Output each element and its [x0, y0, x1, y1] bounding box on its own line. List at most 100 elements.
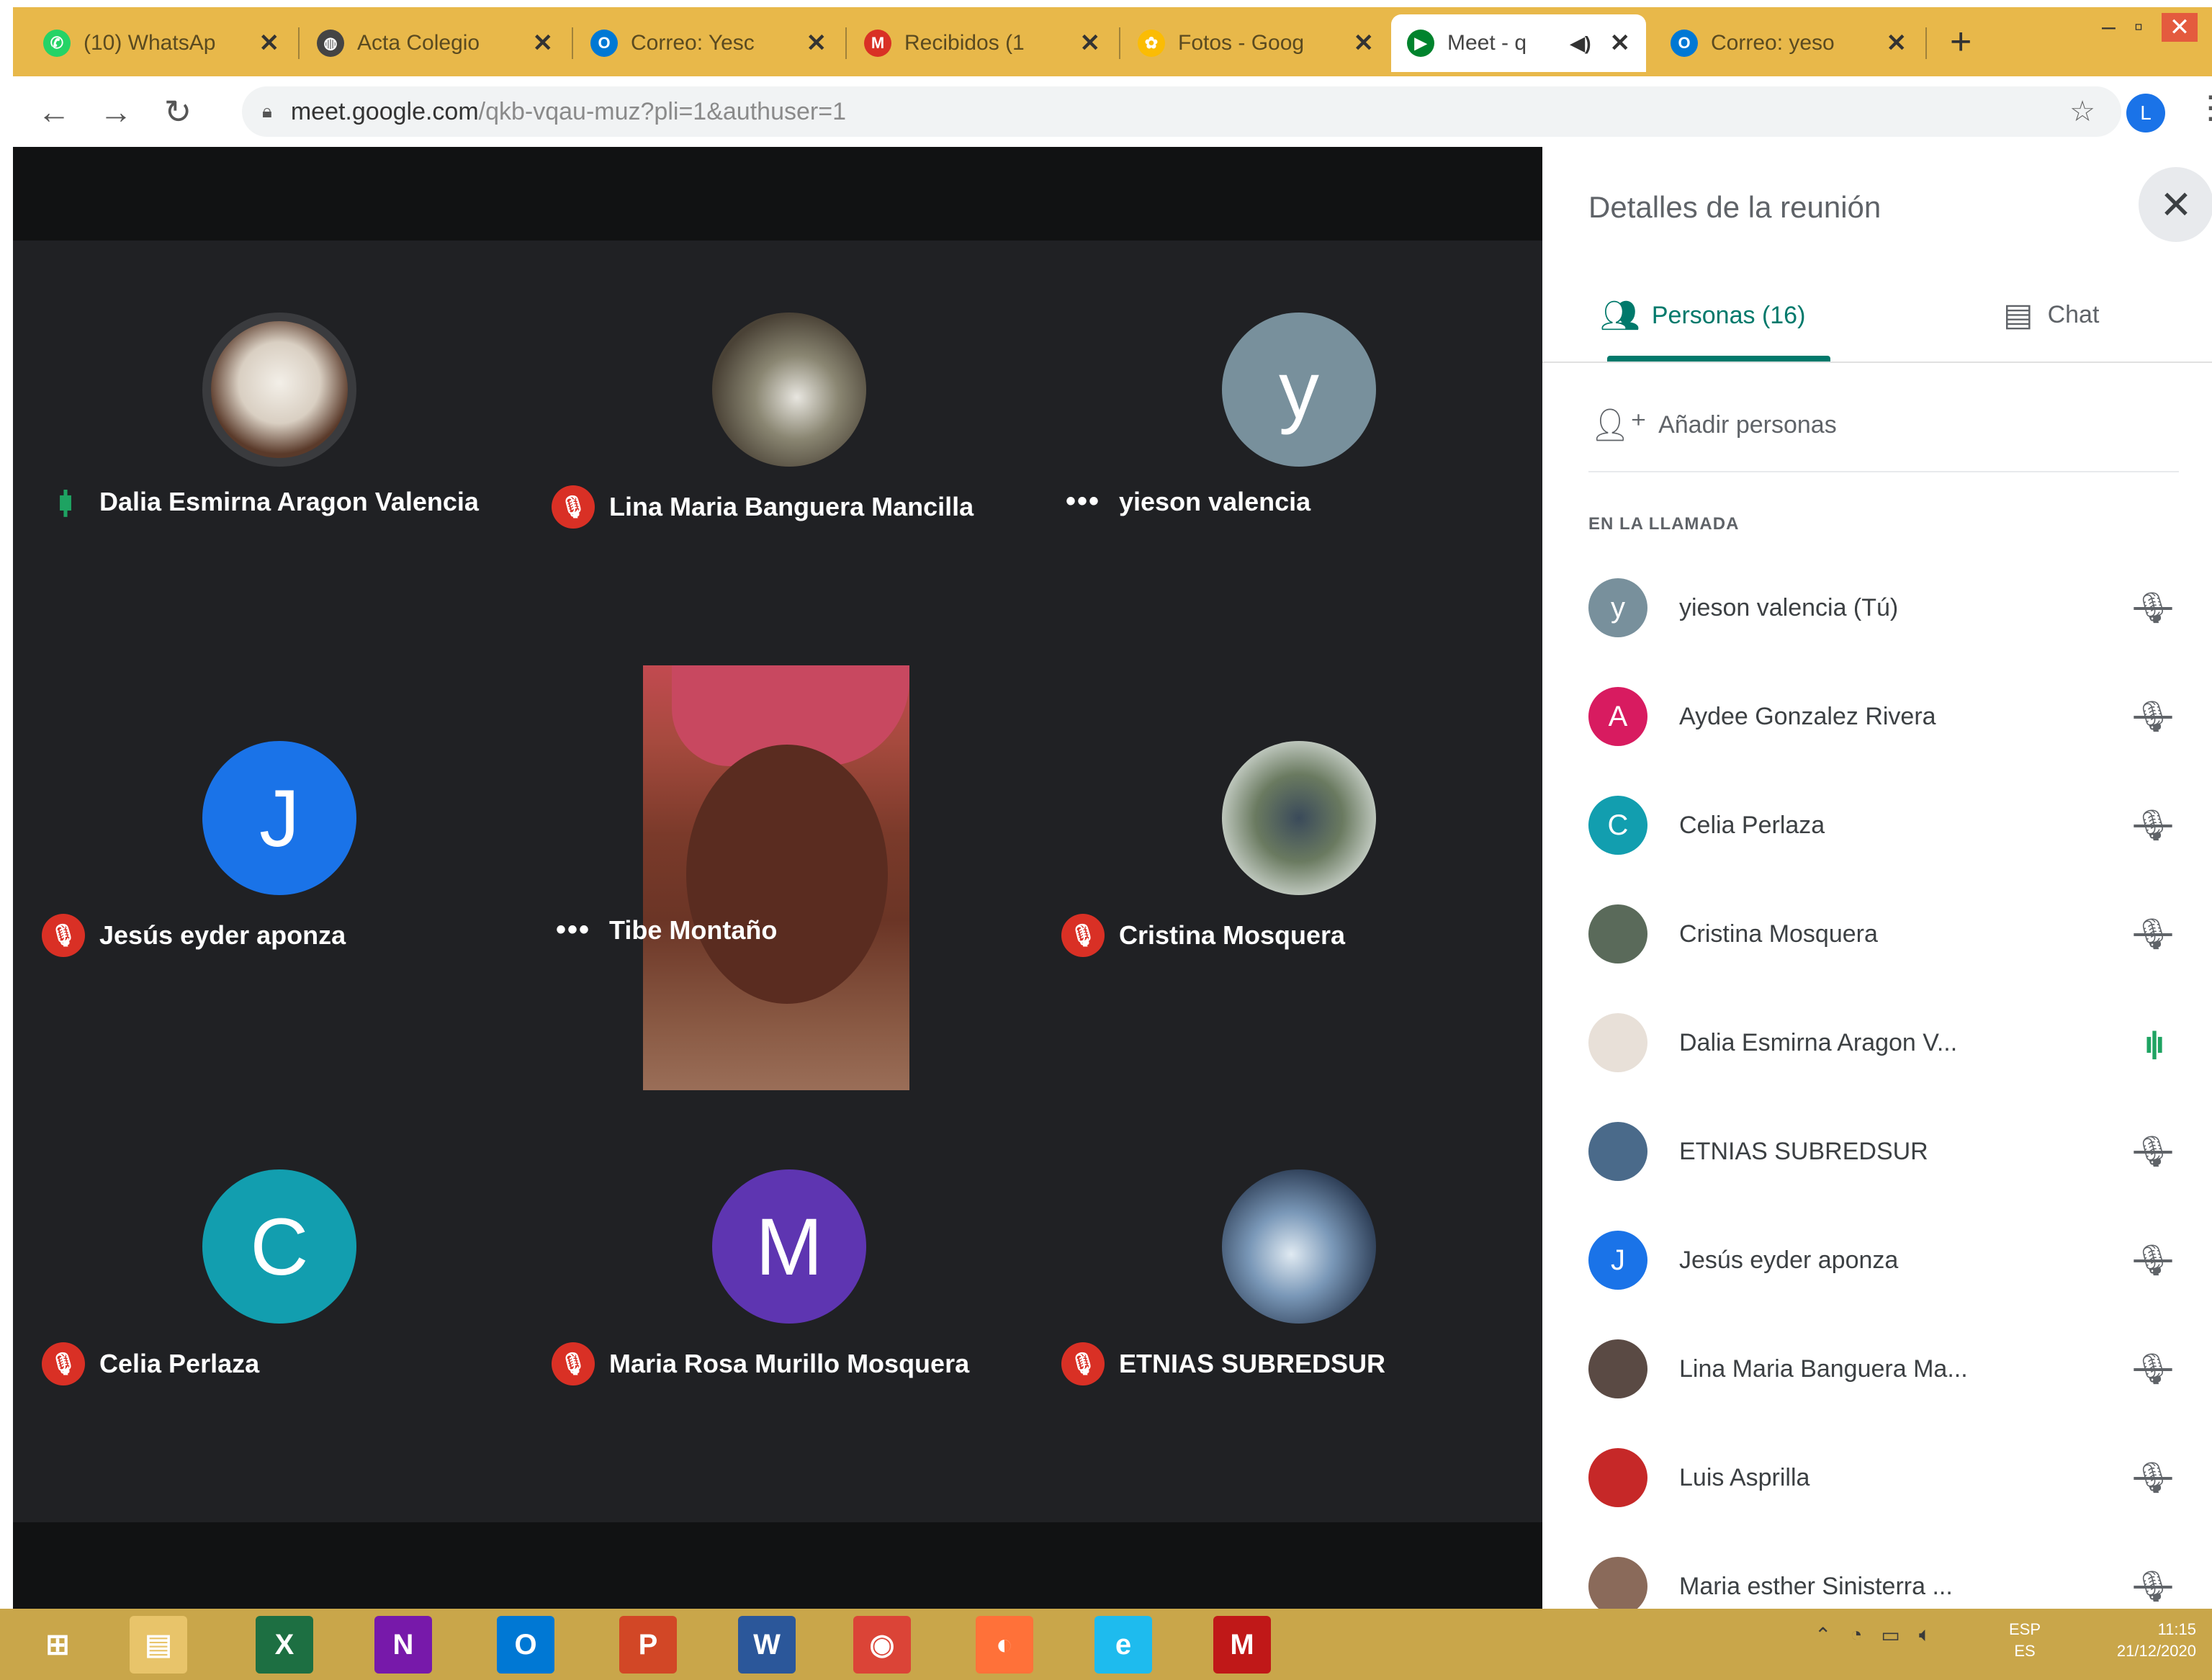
- photos-icon: ✿: [1138, 30, 1165, 57]
- taskbar-onenote[interactable]: N: [374, 1616, 432, 1674]
- participant-row[interactable]: Cristina Mosquera🎙︎⋮: [1588, 898, 2193, 970]
- network-icon[interactable]: ◔: [1850, 1623, 1862, 1647]
- language-indicator[interactable]: ESP ES: [2009, 1619, 2041, 1662]
- browser-tab[interactable]: M Recibidos (1 ✕: [848, 14, 1116, 72]
- chevron-up-icon[interactable]: ⌃: [1815, 1623, 1831, 1647]
- participant-video[interactable]: [643, 665, 909, 1090]
- mic-off-icon[interactable]: 🎙︎: [2131, 917, 2175, 952]
- address-bar[interactable]: 🔒︎ meet.google.com /qkb-vqau-muz?pli=1&a…: [242, 86, 2121, 137]
- browser-tab-active[interactable]: ▶ Meet - q ◀) ✕: [1391, 14, 1646, 72]
- taskbar-file-explorer[interactable]: ▤: [130, 1616, 187, 1674]
- participant-row[interactable]: CCelia Perlaza🎙︎⋮: [1588, 789, 2193, 861]
- lock-icon[interactable]: 🔒︎: [262, 100, 272, 123]
- participant-tile[interactable]: y ••• yieson valencia: [1047, 241, 1551, 665]
- participant-name: Celia Perlaza: [99, 1349, 260, 1378]
- participant-tile[interactable]: J 🎙︎ Jesús eyder aponza: [27, 669, 531, 1094]
- mic-off-icon[interactable]: 🎙︎: [2131, 590, 2175, 626]
- browser-tab[interactable]: ◍ Acta Colegio ✕: [301, 14, 569, 72]
- clock-date: 21/12/2020: [2116, 1642, 2196, 1660]
- participant-row[interactable]: JJesús eyder aponza🎙︎⋮: [1588, 1224, 2193, 1296]
- close-icon[interactable]: ✕: [1610, 29, 1631, 58]
- tab-title: Meet - q: [1447, 31, 1527, 55]
- mic-off-icon[interactable]: 🎙︎: [2131, 1460, 2175, 1496]
- taskbar-outlook[interactable]: O: [497, 1616, 554, 1674]
- outlook-icon: O: [1671, 30, 1698, 57]
- participant-row[interactable]: AAydee Gonzalez Rivera🎙︎⋮: [1588, 680, 2193, 753]
- participant-row[interactable]: yyieson valencia (Tú)🎙︎⚲: [1588, 572, 2193, 644]
- close-icon[interactable]: ✕: [1080, 29, 1101, 58]
- close-icon[interactable]: ✕: [1887, 29, 1907, 58]
- participant-tile[interactable]: 🎙︎ Lina Maria Banguera Mancilla: [537, 241, 1041, 665]
- browser-tab[interactable]: ✿ Fotos - Goog ✕: [1122, 14, 1390, 72]
- mic-off-icon[interactable]: 🎙︎: [2131, 1569, 2175, 1604]
- browser-tab[interactable]: O Correo: Yesc ✕: [575, 14, 842, 72]
- volume-icon[interactable]: 🔈︎: [1919, 1623, 1931, 1647]
- browser-menu-icon[interactable]: ⋮: [2195, 89, 2212, 126]
- add-people-label: Añadir personas: [1658, 410, 1837, 439]
- close-icon[interactable]: ✕: [1354, 29, 1375, 58]
- participant-avatar: [1588, 1122, 1647, 1181]
- browser-tab[interactable]: ✆ (10) WhatsAp ✕: [27, 14, 295, 72]
- profile-avatar[interactable]: L: [2126, 94, 2165, 132]
- reload-icon[interactable]: ↻: [147, 92, 209, 131]
- outlook-icon: O: [590, 30, 618, 57]
- language-code: ESP: [2009, 1620, 2041, 1638]
- add-people-button[interactable]: 👤︎⁺ Añadir personas: [1590, 406, 1837, 444]
- forward-icon[interactable]: →: [85, 92, 147, 131]
- participant-avatar: [1588, 904, 1647, 963]
- participant-row[interactable]: Luis Asprilla🎙︎⋮: [1588, 1442, 2193, 1514]
- mic-off-icon: 🎙︎: [1061, 1342, 1105, 1385]
- new-tab-button[interactable]: +: [1950, 20, 1972, 63]
- participant-row[interactable]: Lina Maria Banguera Ma...🎙︎⋮: [1588, 1333, 2193, 1405]
- taskbar-excel[interactable]: X: [256, 1616, 313, 1674]
- taskbar-start-button[interactable]: ⊞: [29, 1616, 86, 1674]
- participant-name: Aydee Gonzalez Rivera: [1679, 702, 1936, 730]
- participant-name: yieson valencia (Tú): [1679, 593, 1899, 621]
- speaking-indicator-icon[interactable]: ı|ı: [2131, 1025, 2175, 1060]
- browser-toolbar: ← → ↻ 🔒︎ meet.google.com /qkb-vqau-muz?p…: [13, 76, 2212, 147]
- add-person-icon: 👤︎⁺: [1590, 408, 1647, 443]
- minimize-icon[interactable]: –: [2102, 13, 2116, 42]
- participant-avatar: A: [1588, 687, 1647, 746]
- participant-avatar: M: [712, 1169, 866, 1324]
- audio-playing-icon[interactable]: ◀): [1570, 32, 1591, 55]
- participant-avatar: [712, 313, 866, 467]
- mic-off-icon: 🎙︎: [42, 914, 85, 957]
- participant-row[interactable]: ETNIAS SUBREDSUR🎙︎⋮: [1588, 1115, 2193, 1187]
- participant-tile[interactable]: 🎙︎ ETNIAS SUBREDSUR: [1047, 1097, 1551, 1522]
- taskbar-internet-explorer[interactable]: e: [1094, 1616, 1152, 1674]
- clock-time: 11:15: [2157, 1620, 2196, 1638]
- tab-chat[interactable]: ▤ Chat: [2003, 297, 2099, 333]
- taskbar-clock[interactable]: 11:15 21/12/2020: [2088, 1619, 2196, 1662]
- close-icon[interactable]: ✕: [259, 29, 280, 58]
- participant-tile[interactable]: C 🎙︎ Celia Perlaza: [27, 1097, 531, 1522]
- participant-tile[interactable]: M 🎙︎ Maria Rosa Murillo Mosquera: [537, 1097, 1041, 1522]
- mic-off-icon[interactable]: 🎙︎: [2131, 808, 2175, 843]
- panel-title: Detalles de la reunión: [1588, 190, 1881, 224]
- taskbar-firefox[interactable]: ◐: [976, 1616, 1033, 1674]
- participant-tile[interactable]: ı|ı Dalia Esmirna Aragon Valencia: [27, 241, 531, 665]
- participant-avatar: J: [202, 741, 356, 895]
- participant-row[interactable]: Dalia Esmirna Aragon V...ı|ı⋮: [1588, 1007, 2193, 1079]
- taskbar-chrome[interactable]: ◉: [853, 1616, 911, 1674]
- maximize-icon[interactable]: ▫: [2134, 13, 2143, 42]
- taskbar-word[interactable]: W: [738, 1616, 796, 1674]
- close-panel-button[interactable]: ✕: [2139, 167, 2212, 242]
- section-heading: EN LA LLAMADA: [1588, 514, 1740, 534]
- close-icon[interactable]: ✕: [806, 29, 827, 58]
- mic-off-icon[interactable]: 🎙︎: [2131, 1352, 2175, 1387]
- mic-off-icon[interactable]: 🎙︎: [2131, 699, 2175, 735]
- battery-icon[interactable]: ▭: [1881, 1623, 1899, 1647]
- mic-off-icon[interactable]: 🎙︎: [2131, 1243, 2175, 1278]
- tab-people[interactable]: 👥︎ Personas (16): [1600, 297, 1805, 334]
- taskbar-powerpoint[interactable]: P: [619, 1616, 677, 1674]
- back-icon[interactable]: ←: [23, 92, 85, 131]
- bookmark-star-icon[interactable]: ☆: [2069, 95, 2095, 128]
- participant-tile[interactable]: 🎙︎ Cristina Mosquera: [1047, 669, 1551, 1094]
- close-icon[interactable]: ✕: [533, 29, 554, 58]
- browser-tab[interactable]: O Correo: yeso ✕: [1655, 14, 1923, 72]
- window-close-icon[interactable]: ✕: [2162, 13, 2198, 42]
- taskbar-mcafee[interactable]: M: [1213, 1616, 1271, 1674]
- people-icon: 👥︎: [1600, 298, 1640, 333]
- mic-off-icon[interactable]: 🎙︎: [2131, 1134, 2175, 1169]
